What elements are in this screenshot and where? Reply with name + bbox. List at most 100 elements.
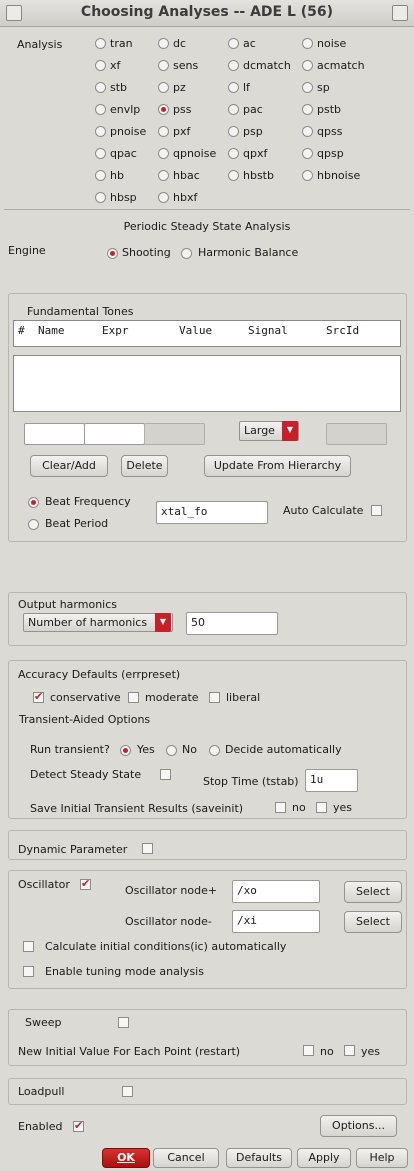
select-node-plus-button[interactable]: Select xyxy=(344,881,402,903)
run-transient-yes-label[interactable]: Yes xyxy=(137,743,155,756)
analysis-qpac-label[interactable]: qpac xyxy=(110,147,137,160)
analysis-hbnoise-radio[interactable] xyxy=(302,170,313,181)
beat-period-label[interactable]: Beat Period xyxy=(45,517,108,530)
analysis-stb-label[interactable]: stb xyxy=(110,81,127,94)
tone-expr-input[interactable] xyxy=(84,423,145,445)
liberal-checkbox[interactable] xyxy=(209,692,220,703)
analysis-hbxf-radio[interactable] xyxy=(158,192,169,203)
analysis-pxf-radio[interactable] xyxy=(158,126,169,137)
run-transient-yes-radio[interactable] xyxy=(120,745,131,756)
analysis-pac-label[interactable]: pac xyxy=(243,103,263,116)
analysis-qpnoise-label[interactable]: qpnoise xyxy=(173,147,216,160)
beat-frequency-radio[interactable] xyxy=(28,497,39,508)
ok-button[interactable]: OK xyxy=(102,1148,150,1168)
analysis-pstb-label[interactable]: pstb xyxy=(317,103,341,116)
analysis-sens-radio[interactable] xyxy=(158,60,169,71)
calculate-ic-checkbox[interactable] xyxy=(23,941,34,952)
analysis-qpss-radio[interactable] xyxy=(302,126,313,137)
save-initial-no-checkbox[interactable] xyxy=(275,802,286,813)
chevron-down-icon[interactable]: ▼ xyxy=(155,613,171,632)
analysis-pz-label[interactable]: pz xyxy=(173,81,186,94)
beat-frequency-label[interactable]: Beat Frequency xyxy=(45,495,131,508)
run-transient-no-label[interactable]: No xyxy=(182,743,197,756)
analysis-dc-label[interactable]: dc xyxy=(173,37,186,50)
beat-value-input[interactable]: xtal_fo xyxy=(156,501,268,524)
cancel-button[interactable]: Cancel xyxy=(153,1148,219,1168)
analysis-hbac-label[interactable]: hbac xyxy=(173,169,200,182)
analysis-noise-radio[interactable] xyxy=(302,38,313,49)
enabled-checkbox[interactable] xyxy=(73,1119,84,1132)
beat-period-radio[interactable] xyxy=(28,519,39,530)
chevron-down-icon[interactable]: ▼ xyxy=(282,421,298,441)
analysis-xf-radio[interactable] xyxy=(95,60,106,71)
engine-shooting-radio[interactable] xyxy=(107,248,118,259)
analysis-hb-radio[interactable] xyxy=(95,170,106,181)
moderate-checkbox[interactable] xyxy=(128,692,139,703)
analysis-sens-label[interactable]: sens xyxy=(173,59,198,72)
restart-no-checkbox[interactable] xyxy=(303,1045,314,1056)
tuning-mode-label[interactable]: Enable tuning mode analysis xyxy=(45,965,204,978)
harmonics-mode-select[interactable]: Number of harmonics xyxy=(23,613,173,632)
analysis-qpsp-radio[interactable] xyxy=(302,148,313,159)
harmonics-value-input[interactable]: 50 xyxy=(186,612,278,635)
tone-name-input[interactable] xyxy=(24,423,85,445)
analysis-dc-radio[interactable] xyxy=(158,38,169,49)
analysis-noise-label[interactable]: noise xyxy=(317,37,346,50)
analysis-dcmatch-radio[interactable] xyxy=(228,60,239,71)
analysis-hbac-radio[interactable] xyxy=(158,170,169,181)
oscillator-node-plus-input[interactable]: /xo xyxy=(232,880,320,903)
analysis-ac-label[interactable]: ac xyxy=(243,37,256,50)
oscillator-checkbox[interactable] xyxy=(80,877,91,890)
calculate-ic-label[interactable]: Calculate initial conditions(ic) automat… xyxy=(45,940,286,953)
clear-add-button[interactable]: Clear/Add xyxy=(30,455,108,477)
dynamic-parameter-checkbox[interactable] xyxy=(142,843,153,854)
close-window-icon[interactable] xyxy=(392,5,408,21)
restart-no-label[interactable]: no xyxy=(320,1045,334,1058)
analysis-acmatch-radio[interactable] xyxy=(302,60,313,71)
moderate-label[interactable]: moderate xyxy=(145,691,199,704)
detect-steady-state-checkbox[interactable] xyxy=(160,769,171,780)
oscillator-node-minus-input[interactable]: /xi xyxy=(232,910,320,933)
analysis-qpsp-label[interactable]: qpsp xyxy=(317,147,344,160)
analysis-pxf-label[interactable]: pxf xyxy=(173,125,190,138)
analysis-hb-label[interactable]: hb xyxy=(110,169,124,182)
restart-yes-label[interactable]: yes xyxy=(361,1045,380,1058)
options-button[interactable]: Options... xyxy=(320,1115,397,1137)
help-button[interactable]: Help xyxy=(356,1148,408,1168)
liberal-label[interactable]: liberal xyxy=(226,691,260,704)
analysis-hbxf-label[interactable]: hbxf xyxy=(173,191,197,204)
analysis-hbnoise-label[interactable]: hbnoise xyxy=(317,169,360,182)
update-from-hierarchy-button[interactable]: Update From Hierarchy xyxy=(204,455,351,477)
analysis-pss-label[interactable]: pss xyxy=(173,103,191,116)
loadpull-checkbox[interactable] xyxy=(122,1086,133,1097)
analysis-qpnoise-radio[interactable] xyxy=(158,148,169,159)
delete-button[interactable]: Delete xyxy=(121,455,168,477)
analysis-stb-radio[interactable] xyxy=(95,82,106,93)
run-transient-auto-radio[interactable] xyxy=(209,745,220,756)
analysis-pnoise-label[interactable]: pnoise xyxy=(110,125,146,138)
auto-calculate-checkbox[interactable] xyxy=(371,505,382,516)
analysis-qpac-radio[interactable] xyxy=(95,148,106,159)
stop-time-input[interactable]: 1u xyxy=(305,769,358,792)
analysis-envlp-label[interactable]: envlp xyxy=(110,103,140,116)
restart-yes-checkbox[interactable] xyxy=(344,1045,355,1056)
save-initial-no-label[interactable]: no xyxy=(292,801,306,814)
conservative-checkbox[interactable] xyxy=(33,690,44,703)
analysis-pac-radio[interactable] xyxy=(228,104,239,115)
analysis-xf-label[interactable]: xf xyxy=(110,59,120,72)
analysis-lf-radio[interactable] xyxy=(228,82,239,93)
analysis-hbstb-label[interactable]: hbstb xyxy=(243,169,274,182)
analysis-hbstb-radio[interactable] xyxy=(228,170,239,181)
analysis-qpss-label[interactable]: qpss xyxy=(317,125,342,138)
sweep-checkbox[interactable] xyxy=(118,1017,129,1028)
apply-button[interactable]: Apply xyxy=(297,1148,351,1168)
defaults-button[interactable]: Defaults xyxy=(226,1148,292,1168)
analysis-psp-label[interactable]: psp xyxy=(243,125,263,138)
analysis-pstb-radio[interactable] xyxy=(302,104,313,115)
analysis-acmatch-label[interactable]: acmatch xyxy=(317,59,365,72)
analysis-envlp-radio[interactable] xyxy=(95,104,106,115)
analysis-hbsp-radio[interactable] xyxy=(95,192,106,203)
engine-harmonic-balance-label[interactable]: Harmonic Balance xyxy=(198,246,298,259)
analysis-pnoise-radio[interactable] xyxy=(95,126,106,137)
run-transient-no-radio[interactable] xyxy=(166,745,177,756)
